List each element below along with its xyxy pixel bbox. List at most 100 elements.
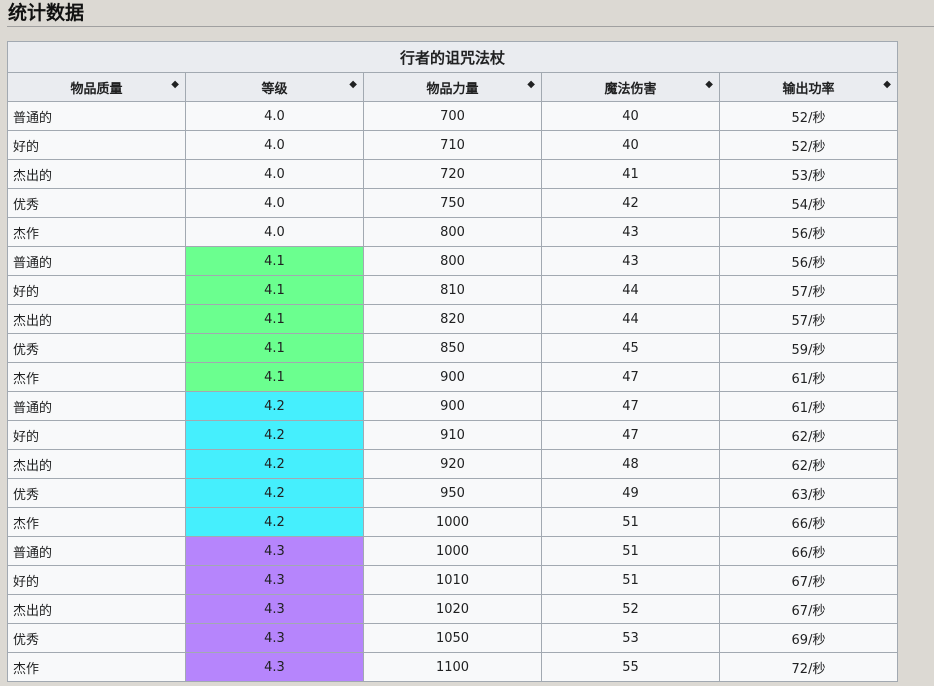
column-header-label: 物品质量 (70, 81, 123, 97)
item-power-cell: 700 (363, 101, 542, 131)
magic-damage-cell: 40 (541, 101, 720, 131)
table-row: 优秀 4.3 1050 53 69/秒 (7, 623, 898, 653)
level-cell: 4.1 (185, 362, 364, 392)
magic-damage-cell: 51 (541, 565, 720, 595)
quality-cell: 普通的 (7, 101, 186, 131)
output-cell: 53/秒 (719, 159, 898, 189)
table-row: 杰作 4.3 1100 55 72/秒 (7, 652, 898, 682)
section-title: 统计数据 (8, 2, 85, 24)
table-row: 杰出的 4.0 720 41 53/秒 (7, 159, 898, 189)
item-power-cell: 1010 (363, 565, 542, 595)
item-power-cell: 950 (363, 478, 542, 508)
quality-cell: 普通的 (7, 391, 186, 421)
column-header-1[interactable]: 等级 ◆ (185, 72, 364, 102)
output-cell: 59/秒 (719, 333, 898, 363)
table-row: 优秀 4.1 850 45 59/秒 (7, 333, 898, 363)
item-power-cell: 800 (363, 217, 542, 247)
output-cell: 66/秒 (719, 536, 898, 566)
level-cell: 4.3 (185, 536, 364, 566)
table-row: 普通的 4.1 800 43 56/秒 (7, 246, 898, 276)
item-power-cell: 820 (363, 304, 542, 334)
output-cell: 69/秒 (719, 623, 898, 653)
level-cell: 4.2 (185, 507, 364, 537)
quality-cell: 优秀 (7, 623, 186, 653)
magic-damage-cell: 51 (541, 507, 720, 537)
item-power-cell: 1000 (363, 507, 542, 537)
table-row: 杰作 4.1 900 47 61/秒 (7, 362, 898, 392)
table-row: 杰出的 4.1 820 44 57/秒 (7, 304, 898, 334)
level-cell: 4.1 (185, 246, 364, 276)
output-cell: 52/秒 (719, 101, 898, 131)
magic-damage-cell: 47 (541, 362, 720, 392)
column-header-4[interactable]: 输出功率 ◆ (719, 72, 898, 102)
sort-icon[interactable]: ◆ (705, 79, 713, 90)
output-cell: 56/秒 (719, 246, 898, 276)
column-header-label: 物品力量 (426, 81, 479, 97)
item-power-cell: 900 (363, 362, 542, 392)
level-cell: 4.0 (185, 159, 364, 189)
magic-damage-cell: 51 (541, 536, 720, 566)
magic-damage-cell: 52 (541, 594, 720, 624)
column-header-3[interactable]: 魔法伤害 ◆ (541, 72, 720, 102)
quality-cell: 普通的 (7, 536, 186, 566)
level-cell: 4.3 (185, 623, 364, 653)
magic-damage-cell: 44 (541, 275, 720, 305)
magic-damage-cell: 43 (541, 217, 720, 247)
quality-cell: 杰出的 (7, 159, 186, 189)
quality-cell: 杰作 (7, 507, 186, 537)
level-cell: 4.1 (185, 275, 364, 305)
table-title: 行者的诅咒法杖 (7, 41, 898, 73)
section-divider (7, 26, 934, 27)
level-cell: 4.3 (185, 594, 364, 624)
item-power-cell: 1000 (363, 536, 542, 566)
table-row: 杰作 4.2 1000 51 66/秒 (7, 507, 898, 537)
column-header-0[interactable]: 物品质量 ◆ (7, 72, 186, 102)
magic-damage-cell: 53 (541, 623, 720, 653)
quality-cell: 杰作 (7, 217, 186, 247)
level-cell: 4.2 (185, 478, 364, 508)
sort-icon[interactable]: ◆ (527, 79, 535, 90)
output-cell: 67/秒 (719, 565, 898, 595)
table-row: 普通的 4.2 900 47 61/秒 (7, 391, 898, 421)
item-power-cell: 900 (363, 391, 542, 421)
level-cell: 4.0 (185, 101, 364, 131)
level-cell: 4.3 (185, 652, 364, 682)
sort-icon[interactable]: ◆ (883, 79, 891, 90)
magic-damage-cell: 48 (541, 449, 720, 479)
magic-damage-cell: 44 (541, 304, 720, 334)
output-cell: 67/秒 (719, 594, 898, 624)
level-cell: 4.0 (185, 130, 364, 160)
magic-damage-cell: 42 (541, 188, 720, 218)
quality-cell: 杰作 (7, 362, 186, 392)
quality-cell: 杰出的 (7, 594, 186, 624)
level-cell: 4.2 (185, 420, 364, 450)
level-cell: 4.2 (185, 449, 364, 479)
output-cell: 62/秒 (719, 420, 898, 450)
table-row: 普通的 4.0 700 40 52/秒 (7, 101, 898, 131)
output-cell: 72/秒 (719, 652, 898, 682)
item-power-cell: 1050 (363, 623, 542, 653)
table-row: 杰作 4.0 800 43 56/秒 (7, 217, 898, 247)
table-row: 优秀 4.0 750 42 54/秒 (7, 188, 898, 218)
quality-cell: 杰作 (7, 652, 186, 682)
output-cell: 52/秒 (719, 130, 898, 160)
table-row: 好的 4.1 810 44 57/秒 (7, 275, 898, 305)
output-cell: 61/秒 (719, 391, 898, 421)
sort-icon[interactable]: ◆ (171, 79, 179, 90)
level-cell: 4.0 (185, 188, 364, 218)
column-header-label: 魔法伤害 (604, 81, 657, 97)
sort-icon[interactable]: ◆ (349, 79, 357, 90)
stats-table: 行者的诅咒法杖 物品质量 ◆ 等级 ◆ 物品力量 ◆ 魔法伤害 ◆ 输出功率 ◆ 普通的 4.0 70… (7, 41, 898, 682)
output-cell: 61/秒 (719, 362, 898, 392)
item-power-cell: 810 (363, 275, 542, 305)
column-header-2[interactable]: 物品力量 ◆ (363, 72, 542, 102)
level-cell: 4.1 (185, 333, 364, 363)
magic-damage-cell: 41 (541, 159, 720, 189)
output-cell: 57/秒 (719, 275, 898, 305)
level-cell: 4.1 (185, 304, 364, 334)
quality-cell: 优秀 (7, 188, 186, 218)
item-power-cell: 1100 (363, 652, 542, 682)
quality-cell: 普通的 (7, 246, 186, 276)
table-row: 杰出的 4.2 920 48 62/秒 (7, 449, 898, 479)
magic-damage-cell: 45 (541, 333, 720, 363)
